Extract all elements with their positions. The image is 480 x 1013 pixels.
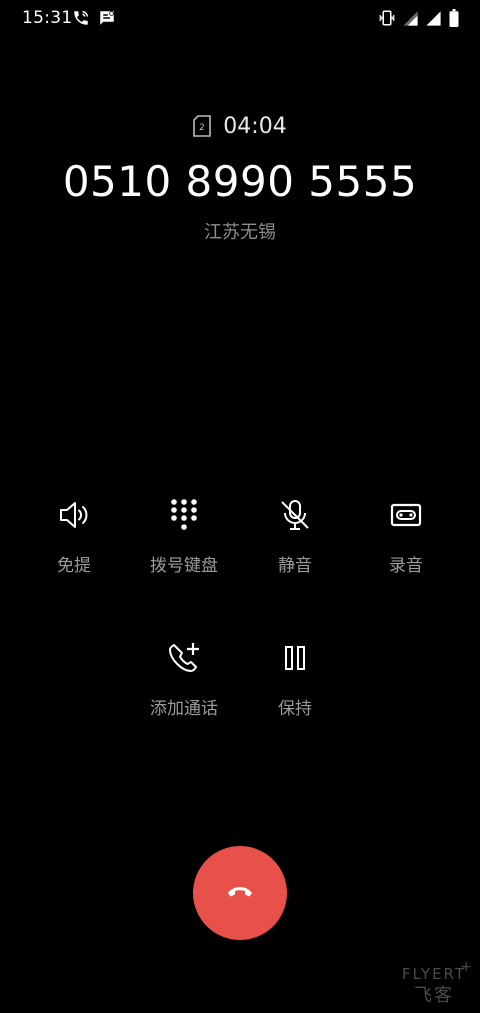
phone-number: 0510 8990 5555 bbox=[62, 157, 418, 206]
call-duration: 04:04 bbox=[223, 113, 287, 139]
signal-sim2-icon bbox=[425, 10, 442, 27]
dialpad-label: 拨号键盘 bbox=[150, 556, 218, 576]
add-call-button[interactable]: 添加通话 bbox=[129, 638, 239, 719]
status-left-icons bbox=[72, 9, 116, 27]
wifi-calling-icon bbox=[72, 9, 90, 27]
speaker-icon bbox=[54, 495, 94, 535]
battery-icon bbox=[448, 9, 460, 27]
caller-location: 江苏无锡 bbox=[204, 222, 276, 243]
mute-icon bbox=[275, 495, 315, 535]
record-button[interactable]: 录音 bbox=[351, 495, 461, 576]
message-notification-icon bbox=[98, 9, 116, 27]
watermark-bottom-text: 飞客 bbox=[414, 985, 454, 1006]
call-info: 2 04:04 0510 8990 5555 江苏无锡 bbox=[0, 110, 480, 244]
dialpad-button[interactable]: 拨号键盘 bbox=[129, 495, 239, 576]
sim-slot-number: 2 bbox=[199, 123, 205, 133]
watermark-plus: + bbox=[460, 959, 472, 975]
mute-label: 静音 bbox=[278, 556, 312, 576]
hold-icon bbox=[275, 638, 315, 678]
sim-card-icon: 2 bbox=[193, 115, 212, 137]
record-label: 录音 bbox=[389, 556, 423, 576]
speaker-button[interactable]: 免提 bbox=[19, 495, 129, 576]
hold-label: 保持 bbox=[278, 699, 312, 719]
record-icon bbox=[386, 495, 426, 535]
end-call-button[interactable] bbox=[193, 846, 287, 940]
dialpad-icon bbox=[164, 495, 204, 535]
status-bar: 15:31 bbox=[0, 0, 480, 36]
hold-button[interactable]: 保持 bbox=[240, 638, 350, 719]
status-right-icons bbox=[378, 9, 460, 27]
signal-sim1-icon bbox=[402, 10, 419, 27]
watermark-logo: FLYERT + 飞客 bbox=[394, 959, 474, 1007]
hang-up-icon bbox=[227, 884, 253, 903]
add-call-label: 添加通话 bbox=[150, 699, 218, 719]
status-time: 15:31 bbox=[22, 8, 73, 28]
mute-button[interactable]: 静音 bbox=[240, 495, 350, 576]
speaker-label: 免提 bbox=[57, 556, 91, 576]
add-call-icon bbox=[164, 638, 204, 678]
vibrate-icon bbox=[378, 9, 396, 27]
duration-row: 2 04:04 bbox=[0, 110, 480, 142]
